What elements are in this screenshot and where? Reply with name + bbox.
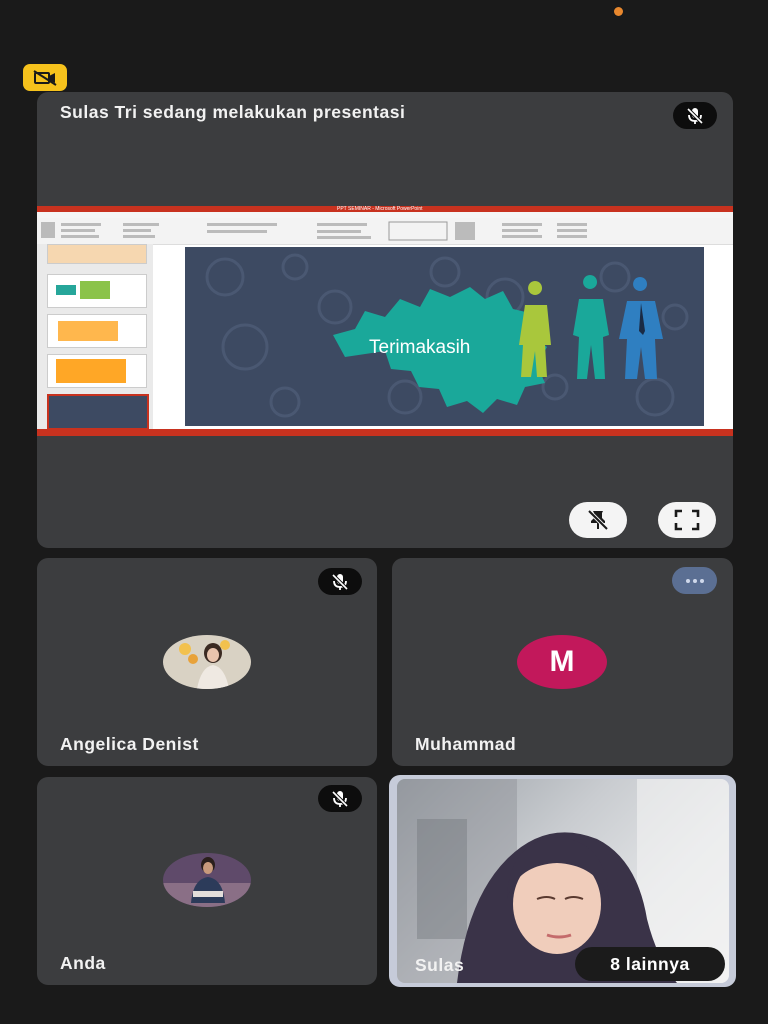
participant-name: Muhammad (415, 734, 517, 754)
slide-thumbnail (47, 354, 147, 388)
presentation-title: Sulas Tri sedang melakukan presentasi (60, 102, 406, 122)
participant-name: Sulas (415, 955, 465, 975)
participant-tile[interactable]: Anda (37, 777, 377, 985)
mic-off-icon (331, 573, 349, 590)
unpin-button[interactable] (569, 502, 627, 538)
mic-off-icon (686, 107, 704, 124)
current-slide: Terimakasih (185, 247, 704, 426)
participant-name: Anda (60, 953, 106, 973)
avatar (163, 853, 251, 907)
presenter-mic-status (673, 102, 717, 129)
avatar-initial: M (549, 645, 575, 678)
mic-off-icon (331, 790, 349, 807)
fullscreen-button[interactable] (658, 502, 716, 538)
participant-tile[interactable]: Angelica Denist (37, 558, 377, 766)
avatar: M (517, 635, 607, 689)
people-figures (519, 275, 663, 379)
participant-mic-status (318, 785, 362, 812)
camera-off-icon (33, 69, 57, 86)
presentation-tile[interactable]: Sulas Tri sedang melakukan presentasi PP… (37, 92, 733, 548)
slide-thumbnail (47, 314, 147, 348)
slide-text: Terimakasih (369, 337, 471, 358)
participant-name: Angelica Denist (60, 734, 199, 754)
shared-screen: PPT SEMINAR - Microsoft PowerPoint Terim… (37, 206, 733, 436)
slide-thumbnail-active (47, 394, 149, 430)
avatar (163, 635, 251, 689)
more-options-button[interactable] (672, 567, 717, 594)
ppt-status-bar (37, 429, 733, 436)
fullscreen-icon (674, 509, 700, 531)
participant-tile[interactable]: M Muhammad (392, 558, 733, 766)
more-options-icon (685, 578, 690, 583)
participant-mic-status (318, 568, 362, 595)
ppt-ribbon (37, 218, 733, 245)
participant-tile-active[interactable]: Sulas 8 lainnya (389, 775, 736, 987)
slide-thumbnail (47, 244, 147, 264)
camera-off-badge[interactable] (23, 64, 67, 91)
slide-thumbnail (47, 274, 147, 308)
others-button[interactable]: 8 lainnya (575, 947, 725, 981)
unpin-icon (587, 509, 609, 531)
ppt-slide-panel (37, 244, 153, 430)
status-dot (614, 7, 623, 16)
